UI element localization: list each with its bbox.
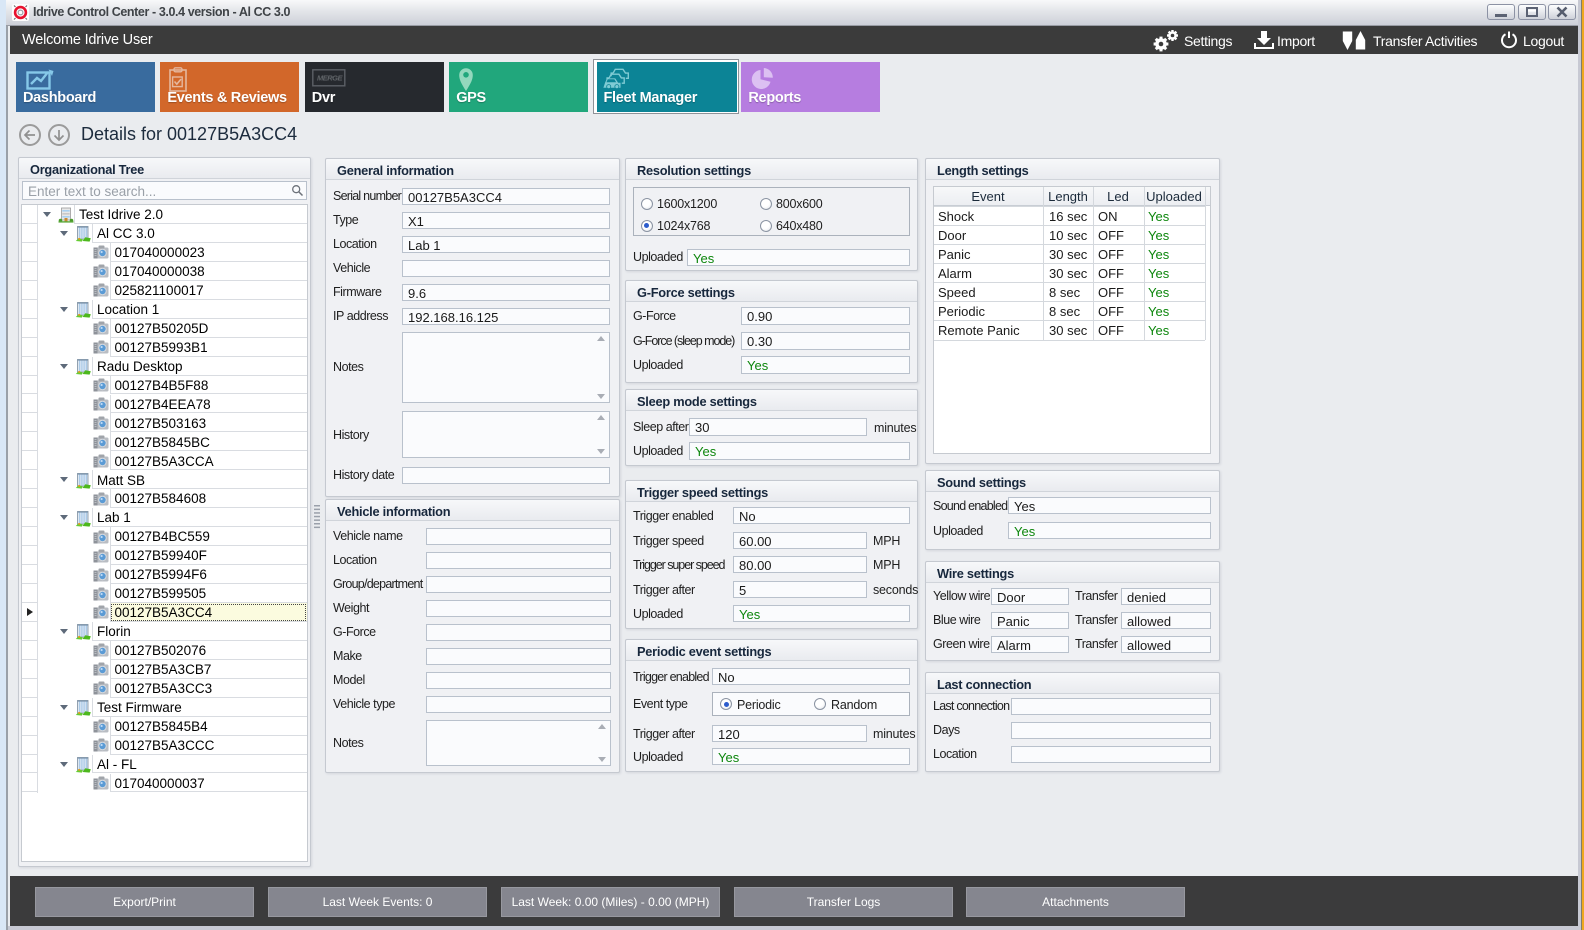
svg-text:MERGE: MERGE [317, 74, 344, 83]
